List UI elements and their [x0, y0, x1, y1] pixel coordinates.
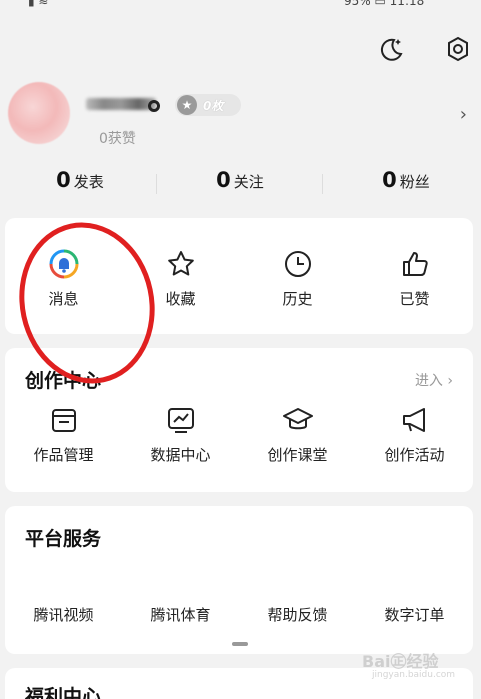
clock-icon — [282, 248, 314, 280]
page-indicator — [232, 642, 248, 646]
stat-label: 关注 — [233, 173, 264, 191]
service-label: 腾讯体育 — [150, 606, 211, 624]
quick-item-label: 消息 — [48, 290, 79, 308]
chevron-right-icon: › — [447, 373, 453, 389]
night-mode-icon[interactable] — [376, 34, 406, 64]
stats-row: 0 发表 0 关注 0 粉丝 — [0, 168, 481, 202]
enter-link[interactable]: 进入 › — [415, 370, 453, 390]
divider — [322, 174, 323, 194]
service-digital-orders[interactable]: 数字订单 — [356, 604, 473, 625]
top-actions — [0, 34, 481, 64]
creator-center-card: 创作中心 进入 › 作品管理 数据中心 创作课堂 创作活动 — [5, 348, 473, 492]
battery-level: 95% — [344, 0, 371, 8]
likes-count: 0获赞 — [99, 131, 136, 147]
service-tencent-sports[interactable]: 腾讯体育 — [122, 604, 239, 625]
service-label: 腾讯视频 — [33, 606, 94, 624]
status-right: 95% ▭ 11:18 — [344, 0, 424, 8]
username-tail — [148, 100, 160, 112]
service-tencent-video[interactable]: 腾讯视频 — [5, 604, 122, 625]
watermark-logo: Bai㊣经验 — [362, 652, 439, 671]
enter-label: 进入 — [414, 373, 443, 389]
stat-following[interactable]: 0 关注 — [160, 168, 320, 192]
creator-item-events[interactable]: 创作活动 — [356, 404, 473, 465]
clock-time: 11:18 — [389, 0, 425, 8]
creator-item-classroom[interactable]: 创作课堂 — [239, 404, 356, 465]
megaphone-icon — [399, 404, 431, 436]
quick-item-label: 历史 — [282, 290, 313, 308]
medal-badge[interactable]: ★ 0枚 — [175, 94, 241, 116]
creator-item-label: 作品管理 — [33, 446, 94, 464]
divider — [156, 174, 157, 194]
username-blurred — [86, 98, 156, 110]
creator-item-works[interactable]: 作品管理 — [5, 404, 122, 465]
platform-services-card: 平台服务 腾讯视频 腾讯体育 帮助反馈 数字订单 — [5, 506, 473, 654]
stat-label: 粉丝 — [399, 173, 430, 191]
star-icon — [165, 248, 197, 280]
service-help-feedback[interactable]: 帮助反馈 — [239, 604, 356, 625]
folder-icon — [48, 404, 80, 436]
watermark-url: jingyan.baidu.com — [372, 670, 456, 680]
quick-item-favorites[interactable]: 收藏 — [122, 248, 239, 309]
settings-icon[interactable] — [443, 34, 473, 64]
creator-item-label: 创作活动 — [384, 446, 445, 464]
creator-item-label: 创作课堂 — [267, 446, 328, 464]
quick-item-label: 收藏 — [165, 290, 196, 308]
section-title: 平台服务 — [25, 528, 102, 550]
status-left: ▮ ≋ — [28, 0, 49, 8]
section-title: 福利中心 — [25, 686, 102, 699]
medal-count: 0枚 — [203, 98, 224, 113]
quick-item-liked[interactable]: 已赞 — [356, 248, 473, 309]
medal-star-icon: ★ — [177, 95, 197, 115]
quick-item-messages[interactable]: 消息 — [5, 248, 122, 309]
chevron-right-icon[interactable]: › — [460, 104, 467, 125]
avatar[interactable] — [8, 82, 70, 144]
stat-number: 0 — [382, 168, 397, 192]
creator-item-data[interactable]: 数据中心 — [122, 404, 239, 465]
stat-number: 0 — [216, 168, 231, 192]
quick-item-history[interactable]: 历史 — [239, 248, 356, 309]
creator-item-label: 数据中心 — [150, 446, 211, 464]
stat-number: 0 — [56, 168, 71, 192]
stat-posts[interactable]: 0 发表 — [0, 168, 160, 192]
status-bar: ▮ ≋ 95% ▭ 11:18 — [0, 0, 481, 10]
stat-followers[interactable]: 0 粉丝 — [326, 168, 481, 192]
chart-icon — [165, 404, 197, 436]
quick-item-label: 已赞 — [399, 290, 430, 308]
thumbs-up-icon — [399, 248, 431, 280]
profile-header[interactable]: ★ 0枚 0获赞 › — [0, 78, 481, 158]
stat-label: 发表 — [73, 173, 104, 191]
quick-actions-card: 消息 收藏 历史 已赞 — [5, 218, 473, 334]
service-label: 数字订单 — [384, 606, 445, 624]
service-label: 帮助反馈 — [267, 606, 328, 624]
battery-icon: ▭ — [374, 0, 386, 8]
section-title: 创作中心 — [25, 370, 102, 392]
message-icon — [48, 248, 80, 280]
graduation-cap-icon — [282, 404, 314, 436]
